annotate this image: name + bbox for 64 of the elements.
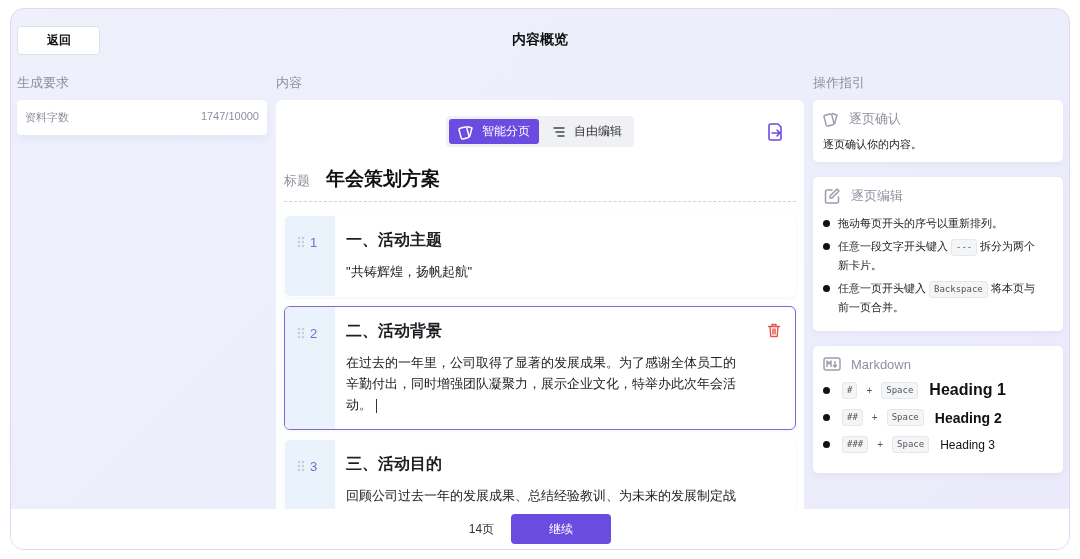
drag-handle-icon — [297, 236, 305, 248]
section-label: 操作指引 — [813, 74, 866, 90]
page-number[interactable]: 3 — [310, 460, 318, 474]
bullet-icon — [823, 414, 830, 421]
heading-example: Heading 1 — [929, 381, 1006, 399]
cards-icon — [823, 111, 839, 127]
plus-sign: + — [866, 384, 873, 396]
page-body: "共铸辉煌，扬帆起航" — [346, 263, 474, 281]
stat-value: 1747/10000 — [200, 110, 259, 124]
mode-tab[interactable]: 智能分页 — [449, 119, 539, 144]
bullet-icon — [823, 285, 830, 292]
field-label: 标题 — [284, 172, 310, 190]
page-heading: 一、活动主题 — [346, 230, 443, 250]
page-heading: 二、活动背景 — [346, 321, 443, 341]
page-heading: 三、活动目的 — [346, 454, 443, 474]
guide-text: 将本页与 — [990, 282, 1035, 294]
continue-button[interactable]: 继续 — [511, 514, 612, 544]
bullet-icon — [823, 386, 830, 394]
section-label: 内容 — [276, 74, 303, 90]
key-chip: Space — [886, 409, 924, 426]
card-title: 逐页编辑 — [851, 187, 903, 205]
guide-text: 拖动每页开头的序号以重新排列。 — [838, 217, 1003, 229]
back-button[interactable]: 返回 — [17, 25, 100, 55]
plus-sign: + — [877, 439, 884, 450]
key-chip: ### — [842, 436, 869, 453]
pencil-icon — [823, 187, 841, 205]
key-chip: ## — [842, 409, 863, 426]
text-caret — [376, 398, 377, 413]
key-chip: Space — [892, 436, 930, 453]
page-number[interactable]: 2 — [310, 327, 318, 341]
bullet-icon — [823, 220, 830, 227]
page-count: 14页 — [468, 520, 495, 538]
plus-sign: + — [871, 412, 878, 423]
markdown-icon — [823, 356, 841, 372]
section-label: 生成要求 — [17, 74, 70, 90]
page-number[interactable]: 1 — [310, 236, 318, 250]
guide-text: 逐页确认你的内容。 — [823, 137, 923, 152]
stat-name: 资料字数 — [25, 110, 69, 125]
key-chip: Space — [881, 381, 919, 399]
heading-example: Heading 3 — [940, 437, 995, 452]
bullet-icon — [823, 441, 830, 448]
page-body: 在过去的一年里，公司取得了显著的发展成果。为了感谢全体员工的辛勤付出，同时增强团队凝聚力，展示企业文化，特举办此次年会活动。 — [346, 354, 737, 415]
heading-example: Heading 2 — [934, 409, 1002, 426]
drag-handle-icon — [297, 327, 305, 339]
guide-text: 任意一段文字开头键入 — [838, 240, 948, 252]
guide-text: 新卡片。 — [838, 259, 882, 271]
bullet-icon — [823, 243, 830, 250]
key-chip: # — [842, 381, 858, 399]
cards-icon — [458, 123, 474, 140]
page-title: 内容概览 — [512, 31, 568, 49]
file-export-icon[interactable] — [766, 122, 784, 142]
key-chip: Backspace — [929, 281, 988, 298]
key-chip: --- — [951, 239, 978, 256]
card-title: 逐页确认 — [849, 110, 901, 128]
guide-text: 拆分为两个 — [980, 240, 1036, 252]
mode-tab[interactable]: 自由编辑 — [543, 119, 631, 144]
page-body: 回顾公司过去一年的发展成果、总结经验教训、为未来的发展制定战 — [346, 487, 737, 505]
card-title: Markdown — [851, 356, 911, 372]
list-icon — [552, 124, 566, 139]
guide-text: 前一页合并。 — [838, 301, 904, 313]
guide-text: 任意一页开头键入 — [838, 282, 926, 294]
delete-icon[interactable] — [767, 323, 781, 338]
drag-handle-icon — [297, 460, 305, 472]
document-title: 年会策划方案 — [326, 167, 440, 191]
